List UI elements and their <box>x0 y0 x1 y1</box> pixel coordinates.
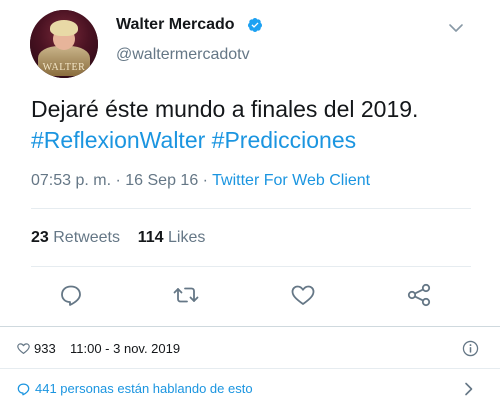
embed-like-count[interactable]: 933 <box>34 341 56 356</box>
chevron-right-icon[interactable] <box>464 382 474 396</box>
chevron-down-icon[interactable] <box>448 22 464 34</box>
reply-button[interactable] <box>58 283 84 307</box>
like-button[interactable] <box>290 283 316 307</box>
avatar-logo: WALTER <box>42 62 86 73</box>
retweets-stat[interactable]: 23 Retweets <box>31 229 120 246</box>
share-icon <box>407 283 431 307</box>
embed-footer-meta: 933 11:00 - 3 nov. 2019 <box>0 333 500 363</box>
like-icon <box>291 285 315 305</box>
retweet-button[interactable] <box>173 283 199 307</box>
tweet-client[interactable]: Twitter For Web Client <box>212 172 370 189</box>
embed-timestamp[interactable]: 11:00 - 3 nov. 2019 <box>70 341 180 356</box>
tweet-text: Dejaré éste mundo a finales del 2019. #R… <box>31 94 471 156</box>
conversation-count[interactable]: 441 personas están hablando de esto <box>35 381 253 396</box>
verified-badge-icon <box>247 18 262 32</box>
info-icon[interactable] <box>462 340 479 357</box>
embed-divider <box>0 326 500 327</box>
reply-icon <box>61 285 81 306</box>
comment-icon <box>17 383 30 396</box>
user-handle[interactable]: @waltermercadotv <box>116 46 250 64</box>
tweet-stats: 23 Retweets 114 Likes <box>31 229 205 247</box>
divider <box>0 368 500 369</box>
divider <box>31 208 471 209</box>
retweet-icon <box>173 287 199 303</box>
tweet-card: WALTER Walter Mercado @waltermercadotv D… <box>0 0 500 409</box>
share-button[interactable] <box>406 283 432 307</box>
tweet-time[interactable]: 07:53 p. m. <box>31 172 111 189</box>
hashtag-reflexionwalter[interactable]: #ReflexionWalter <box>31 127 205 153</box>
tweet-meta: 07:53 p. m. · 16 Sep 16 · Twitter For We… <box>31 172 371 189</box>
heart-icon[interactable] <box>16 342 31 355</box>
tweet-date[interactable]: 16 Sep 16 <box>125 172 198 189</box>
likes-stat[interactable]: 114 Likes <box>138 229 206 246</box>
avatar[interactable]: WALTER <box>30 10 98 78</box>
hashtag-predicciones[interactable]: #Predicciones <box>212 127 356 153</box>
conversation-link[interactable]: 441 personas están hablando de esto <box>0 370 500 406</box>
tweet-body: Dejaré éste mundo a finales del 2019. <box>31 96 419 122</box>
display-name[interactable]: Walter Mercado <box>116 16 235 34</box>
divider <box>31 266 471 267</box>
